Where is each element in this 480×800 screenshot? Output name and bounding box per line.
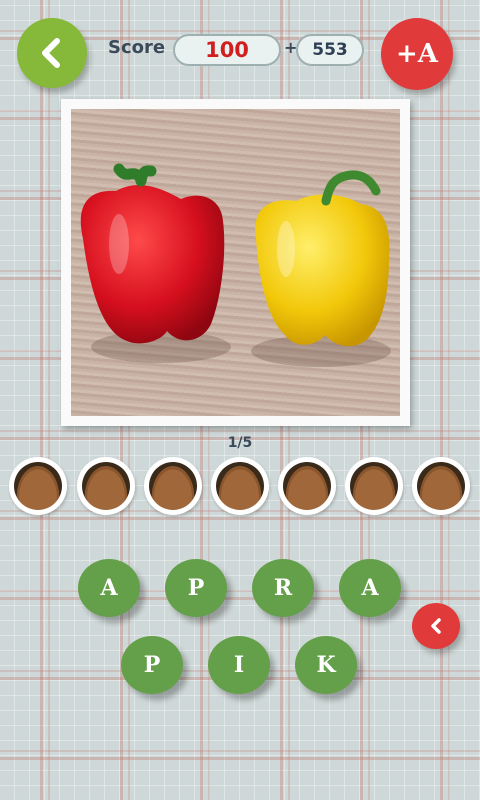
hint-button[interactable]: +A bbox=[381, 18, 453, 90]
letter-tile[interactable]: P bbox=[165, 559, 227, 617]
letter-tile[interactable]: K bbox=[295, 636, 357, 694]
letter-tile[interactable]: I bbox=[208, 636, 270, 694]
score-label: Score bbox=[108, 37, 166, 58]
back-button[interactable] bbox=[17, 18, 87, 88]
letter-tile[interactable]: R bbox=[252, 559, 314, 617]
chevron-left-icon bbox=[42, 38, 60, 68]
chevron-left-icon bbox=[431, 618, 441, 634]
answer-slot[interactable] bbox=[412, 457, 470, 515]
answer-slot[interactable] bbox=[211, 457, 269, 515]
letter-tile[interactable]: A bbox=[78, 559, 140, 617]
letter-tile[interactable]: A bbox=[339, 559, 401, 617]
answer-slot[interactable] bbox=[278, 457, 336, 515]
answer-slot[interactable] bbox=[144, 457, 202, 515]
puzzle-photo-frame bbox=[61, 99, 410, 426]
delete-letter-button[interactable] bbox=[412, 603, 460, 649]
answer-slot[interactable] bbox=[77, 457, 135, 515]
answer-slot[interactable] bbox=[345, 457, 403, 515]
progress-indicator: 1/5 bbox=[227, 435, 253, 451]
score-value: 100 bbox=[173, 34, 281, 66]
peppers-image bbox=[80, 163, 391, 367]
puzzle-photo bbox=[71, 109, 400, 416]
letter-tile[interactable]: P bbox=[121, 636, 183, 694]
answer-slot[interactable] bbox=[9, 457, 67, 515]
coins-value: 553 bbox=[296, 34, 364, 66]
